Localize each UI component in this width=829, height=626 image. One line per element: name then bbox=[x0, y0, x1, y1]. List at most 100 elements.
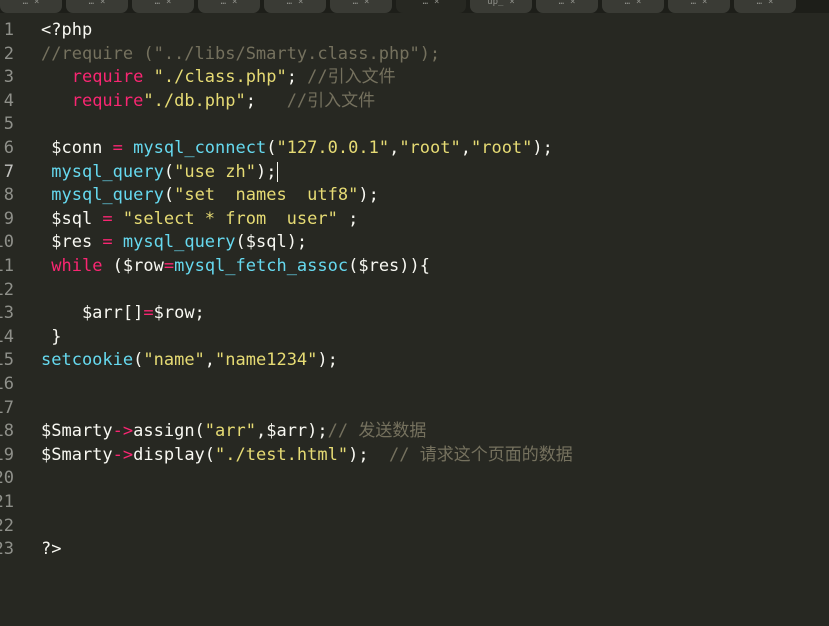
editor-tab[interactable]: … × bbox=[536, 0, 598, 13]
close-tab-icon[interactable]: × bbox=[100, 0, 105, 7]
code-text: ); bbox=[317, 350, 338, 371]
code-string: "name1234" bbox=[215, 350, 318, 371]
code-keyword: = bbox=[102, 232, 113, 253]
code-text: ($sql); bbox=[235, 232, 308, 253]
close-tab-icon[interactable]: × bbox=[570, 0, 575, 7]
line-number: 10 bbox=[0, 232, 14, 253]
tab-bar: … ×… ×… ×… ×… ×… ×… × up_ ×… ×… ×… ×… × bbox=[0, 0, 829, 13]
line-number: 3 bbox=[3, 67, 14, 88]
code-line: $conn = mysql_connect("127.0.0.1","root"… bbox=[41, 136, 553, 160]
line-number: 23 bbox=[0, 539, 14, 560]
close-tab-icon[interactable]: × bbox=[34, 0, 39, 7]
line-number-gutter: 1234567891011121314151617181920212223 bbox=[0, 15, 34, 626]
close-tab-icon[interactable]: × bbox=[702, 0, 707, 7]
code-keyword: = bbox=[163, 256, 175, 276]
code-keyword: require bbox=[71, 67, 144, 88]
code-string: "./db.php" bbox=[143, 90, 246, 111]
code-line: $Smarty->display("./test.html"); // 请求这个… bbox=[41, 443, 573, 467]
code-line: mysql_query("set names utf8"); bbox=[41, 183, 379, 207]
close-tab-icon[interactable]: × bbox=[768, 0, 773, 7]
code-text: $Smarty bbox=[41, 444, 113, 465]
editor-tab[interactable]: up_ × bbox=[470, 0, 532, 13]
editor-tab[interactable]: … × bbox=[198, 0, 260, 13]
line-number: 2 bbox=[3, 43, 14, 64]
editor-tab[interactable]: … × bbox=[132, 0, 194, 13]
code-function: mysql_query bbox=[51, 161, 164, 182]
code-keyword: -> bbox=[112, 421, 134, 442]
code-function: setcookie bbox=[41, 350, 134, 371]
code-text: $arr[] bbox=[41, 303, 144, 324]
tab-label: … bbox=[220, 0, 226, 7]
close-tab-icon[interactable]: × bbox=[166, 0, 171, 7]
editor-tab[interactable]: … × bbox=[602, 0, 664, 13]
tab-label: … bbox=[88, 0, 94, 7]
code-comment: //引入文件 bbox=[286, 90, 376, 111]
editor-tab[interactable]: … × bbox=[0, 0, 62, 13]
code-text: } bbox=[41, 326, 62, 347]
code-text: , bbox=[204, 350, 216, 371]
line-number: 22 bbox=[0, 515, 14, 536]
line-number: 21 bbox=[0, 492, 14, 512]
code-keyword: = bbox=[143, 303, 154, 324]
code-text: ); bbox=[358, 185, 379, 206]
code-text: $row; bbox=[153, 303, 205, 324]
editor-tab[interactable]: … × bbox=[66, 0, 128, 13]
code-editor[interactable]: <?php //require ("../libs/Smarty.class.ph… bbox=[41, 15, 821, 575]
close-tab-icon[interactable]: × bbox=[364, 0, 369, 7]
code-line: $Smarty->assign("arr",$arr);// 发送数据 bbox=[41, 419, 426, 443]
close-tab-icon[interactable]: × bbox=[434, 0, 439, 7]
tab-label: … bbox=[422, 0, 428, 7]
line-number: 13 bbox=[0, 303, 14, 324]
line-number: 8 bbox=[3, 185, 14, 206]
code-keyword: while bbox=[51, 256, 103, 276]
line-number: 17 bbox=[0, 397, 14, 418]
code-comment: //require ("../libs/Smarty.class.php"); bbox=[41, 43, 441, 64]
tab-label: … bbox=[286, 0, 292, 7]
code-text: $sql bbox=[41, 208, 103, 229]
code-function: mysql_query bbox=[51, 185, 164, 206]
code-text: ); bbox=[348, 444, 390, 465]
code-text: ($res)){ bbox=[348, 256, 430, 276]
code-keyword: = bbox=[112, 138, 123, 158]
line-number: 18 bbox=[0, 421, 14, 442]
code-string: "set names utf8" bbox=[174, 185, 359, 206]
code-function: mysql_query bbox=[122, 232, 236, 253]
editor-tab[interactable]: … × bbox=[396, 0, 466, 13]
close-tab-icon[interactable]: × bbox=[298, 0, 303, 7]
code-text: ,$arr); bbox=[255, 421, 328, 442]
line-number: 19 bbox=[0, 444, 14, 465]
line-number: 12 bbox=[0, 279, 14, 300]
tab-label: … bbox=[154, 0, 160, 7]
code-string: "127.0.0.1" bbox=[276, 138, 390, 158]
editor-tab[interactable]: … × bbox=[734, 0, 796, 13]
code-text: $Smarty bbox=[41, 421, 113, 442]
code-text: ( bbox=[163, 161, 175, 182]
code-text: $res bbox=[41, 232, 103, 253]
close-tab-icon[interactable]: × bbox=[636, 0, 641, 7]
line-number: 7 bbox=[3, 161, 14, 182]
line-number: 9 bbox=[3, 208, 14, 229]
tab-label: … bbox=[558, 0, 564, 7]
close-tab-icon[interactable]: × bbox=[509, 0, 514, 7]
close-tab-icon[interactable]: × bbox=[232, 0, 237, 7]
line-number: 15 bbox=[0, 350, 14, 371]
code-text: <?php bbox=[41, 20, 93, 40]
code-string: "./class.php" bbox=[153, 67, 287, 88]
code-line: } bbox=[41, 325, 61, 349]
tab-label: … bbox=[624, 0, 630, 7]
code-text: ); bbox=[255, 161, 277, 182]
code-text: ( bbox=[266, 138, 277, 158]
code-line: ?> bbox=[41, 537, 61, 561]
line-number: 14 bbox=[0, 326, 14, 347]
editor-tab[interactable]: … × bbox=[668, 0, 730, 13]
code-text: ; bbox=[286, 67, 308, 88]
editor-tab[interactable]: … × bbox=[264, 0, 326, 13]
code-function: mysql_fetch_assoc bbox=[174, 256, 349, 276]
line-number: 1 bbox=[3, 20, 14, 40]
editor-tab[interactable]: … × bbox=[330, 0, 392, 13]
code-line: <?php bbox=[41, 18, 92, 42]
